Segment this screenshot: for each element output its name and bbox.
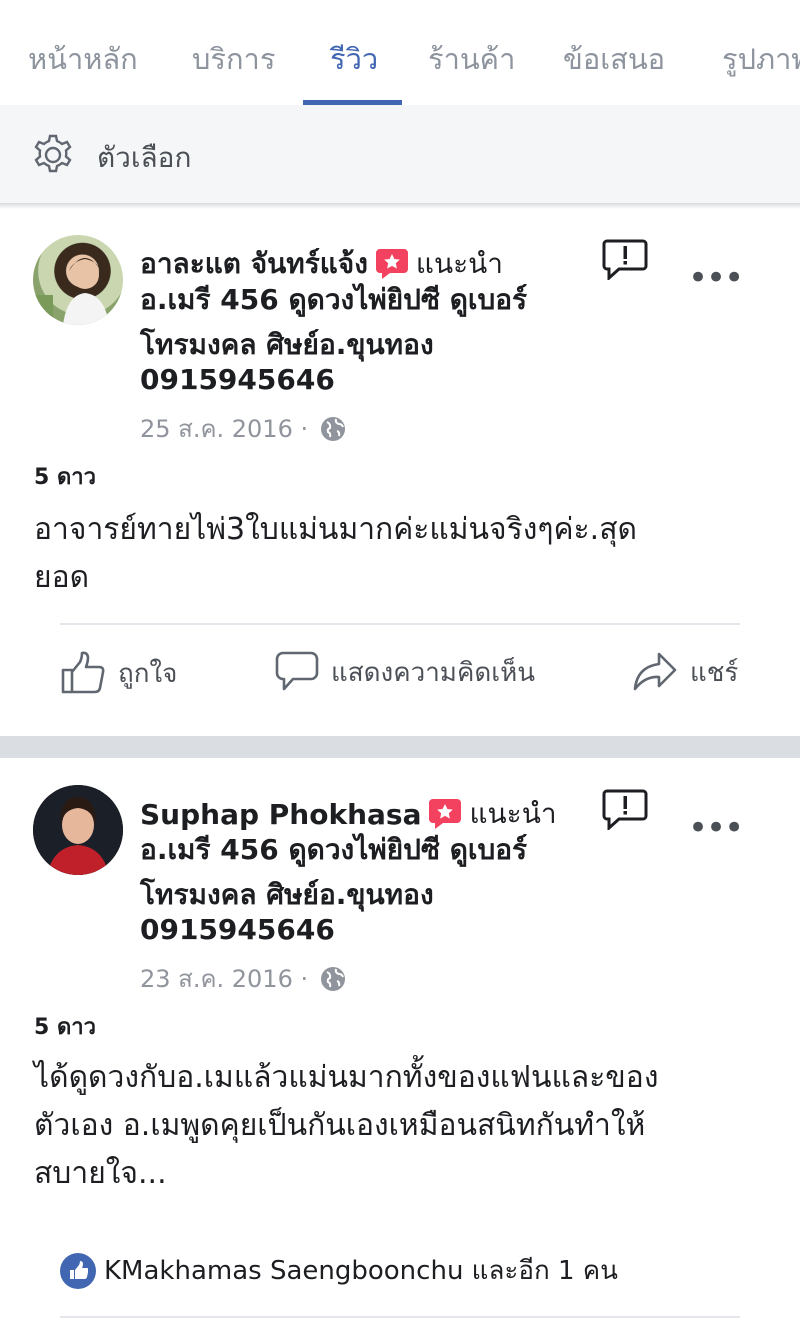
avatar[interactable] — [33, 235, 123, 325]
like-label: ถูกใจ — [118, 658, 178, 689]
comment-icon — [275, 651, 319, 691]
page-phone[interactable]: 0915945646 — [140, 907, 335, 952]
share-icon — [633, 652, 677, 691]
page-name-line-1[interactable]: อ.เมรี 456 ดูดวงไพ่ยิปซี ดูเบอร์ — [140, 277, 527, 322]
review-date: 25 ส.ค. 2016 · — [140, 409, 346, 448]
page-phone[interactable]: 0915945646 — [140, 357, 335, 402]
share-button[interactable]: แชร์ — [632, 650, 738, 694]
review-text-line: สบายใจ... — [34, 1156, 167, 1191]
star-rating: 5 ดาว — [34, 465, 96, 490]
section-separator — [0, 736, 800, 758]
globe-icon — [321, 416, 346, 441]
review-text-line: ตัวเอง อ.เมพูดคุยเป็นกันเองเหมือนสนิทกัน… — [34, 1108, 646, 1143]
more-options-icon[interactable]: ••• — [688, 258, 744, 298]
tab-offers[interactable]: ข้อเสนอ — [563, 36, 665, 82]
thumbs-up-icon — [61, 651, 105, 694]
more-options-icon[interactable]: ••• — [688, 808, 744, 848]
recommend-icon — [429, 799, 462, 829]
review-text-line: ยอด — [34, 560, 90, 595]
like-button[interactable]: ถูกใจ — [60, 650, 177, 696]
globe-icon — [321, 966, 346, 991]
reactions-summary[interactable]: KMakhamas Saengboonchu และอีก 1 คน — [60, 1250, 618, 1291]
share-label: แชร์ — [690, 657, 739, 688]
date-text: 25 ส.ค. 2016 · — [140, 415, 309, 443]
author-name[interactable]: Suphap Phokhasa — [140, 798, 421, 831]
divider — [0, 203, 800, 209]
comment-button[interactable]: แสดงความคิดเห็น — [275, 650, 535, 694]
report-icon[interactable] — [602, 788, 648, 830]
tab-photos[interactable]: รูปภาพ — [722, 36, 800, 82]
divider — [60, 623, 740, 625]
divider — [60, 1316, 740, 1318]
review-text: อาจารย์ทายไพ่3ใบแม่นมากค่ะแม่นจริงๆค่ะ.ส… — [34, 506, 754, 602]
report-icon[interactable] — [602, 238, 648, 280]
review-text-line: ได้ดูดวงกับอ.เมแล้วแม่นมากทั้งของแฟนและข… — [34, 1060, 659, 1095]
review-text: ได้ดูดวงกับอ.เมแล้วแม่นมากทั้งของแฟนและข… — [34, 1054, 754, 1198]
avatar[interactable] — [33, 785, 123, 875]
like-reaction-icon — [60, 1252, 96, 1289]
tab-reviews[interactable]: รีวิว — [330, 36, 378, 82]
tab-services[interactable]: บริการ — [192, 36, 275, 82]
comment-label: แสดงความคิดเห็น — [331, 657, 536, 688]
tab-shop[interactable]: ร้านค้า — [428, 36, 515, 82]
gear-icon[interactable] — [30, 132, 76, 178]
star-rating: 5 ดาว — [34, 1015, 96, 1040]
tab-home[interactable]: หน้าหลัก — [28, 36, 138, 82]
options-label[interactable]: ตัวเลือก — [97, 136, 191, 180]
date-text: 23 ส.ค. 2016 · — [140, 965, 309, 993]
tab-bar: หน้าหลัก บริการ รีวิว ร้านค้า ข้อเสนอ รู… — [0, 0, 800, 105]
recommend-icon — [375, 249, 408, 279]
review-text-line: อาจารย์ทายไพ่3ใบแม่นมากค่ะแม่นจริงๆค่ะ.ส… — [34, 512, 637, 547]
review-date: 23 ส.ค. 2016 · — [140, 959, 346, 998]
page-name-line-1[interactable]: อ.เมรี 456 ดูดวงไพ่ยิปซี ดูเบอร์ — [140, 827, 527, 872]
reactions-text: KMakhamas Saengboonchu และอีก 1 คน — [104, 1256, 618, 1286]
